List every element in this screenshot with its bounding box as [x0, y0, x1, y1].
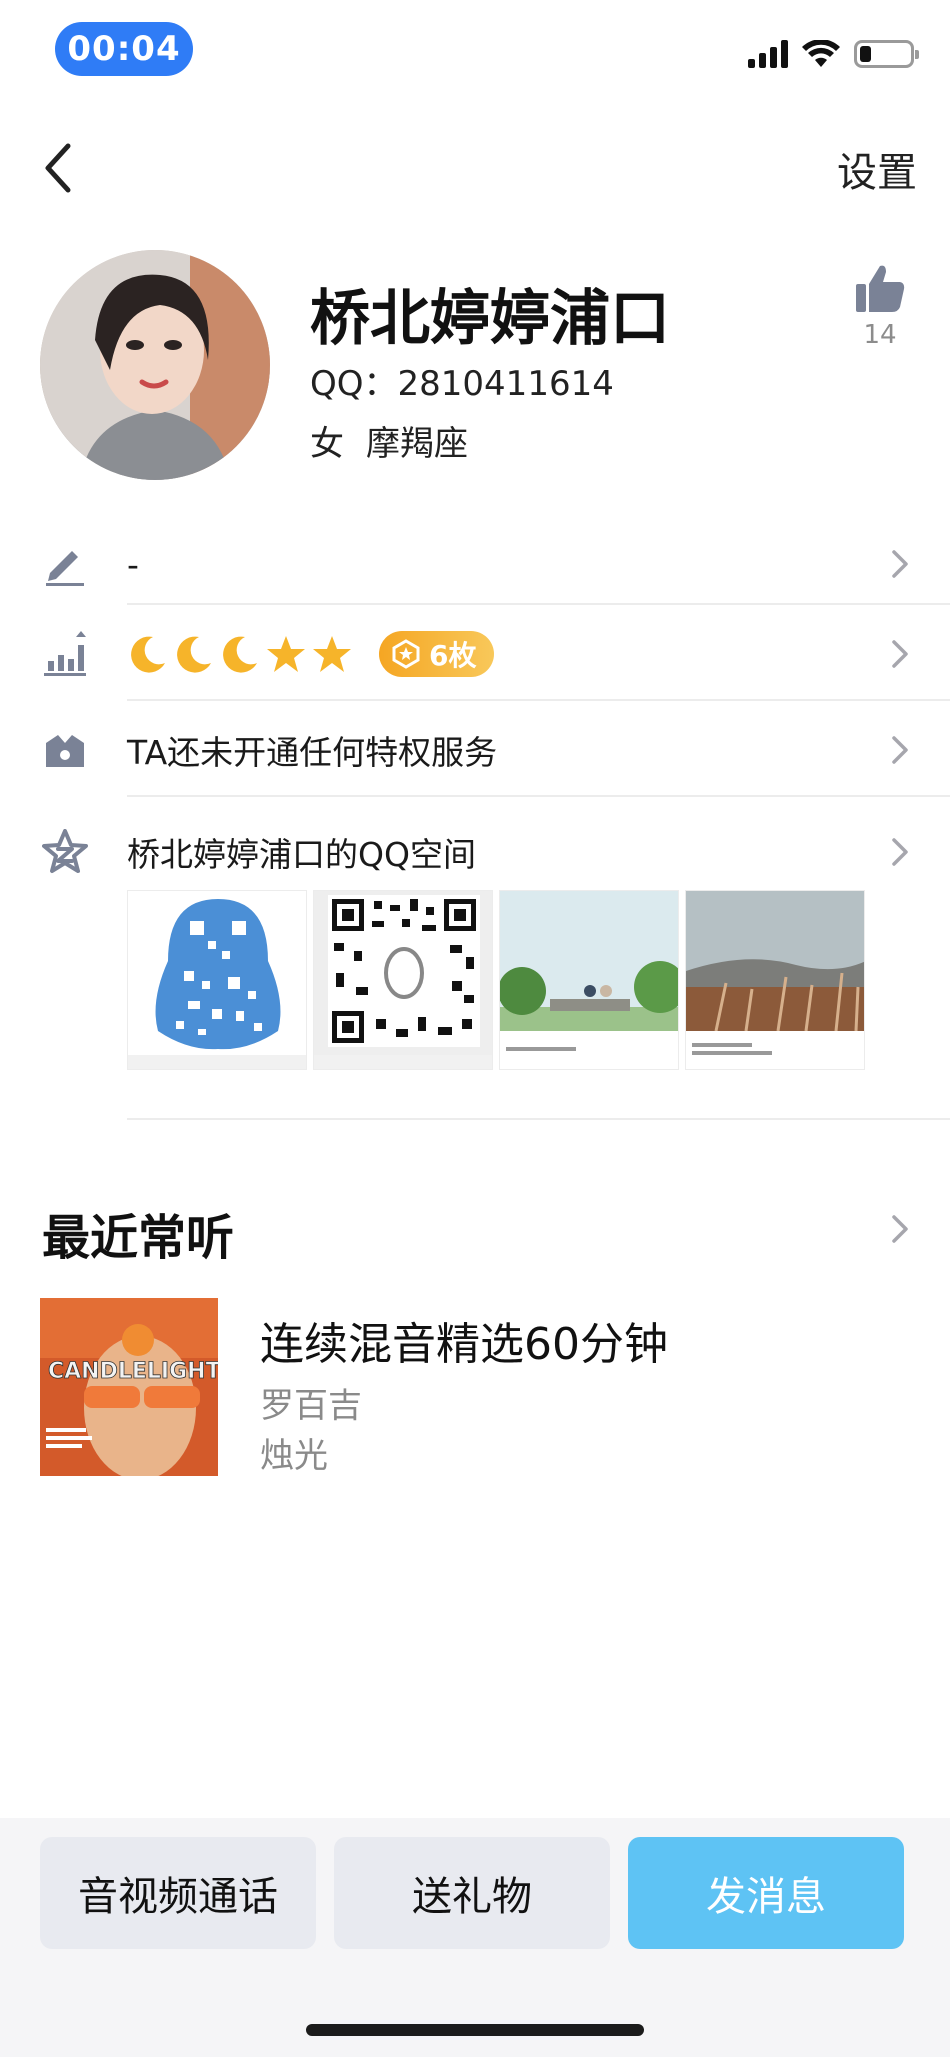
pencil-icon	[46, 551, 84, 586]
song-artist: 罗百吉	[260, 1386, 362, 1426]
medal-count: 6枚	[429, 639, 477, 672]
qzone-thumb-qr-penguin[interactable]	[127, 890, 307, 1070]
qzone-thumbnails	[127, 890, 865, 1070]
settings-button[interactable]: 设置	[837, 140, 917, 198]
level-chart-icon	[44, 631, 86, 676]
divider	[127, 1118, 950, 1120]
qr-code-image	[314, 891, 492, 1069]
home-indicator	[306, 2024, 644, 2036]
privilege-row[interactable]: TA还未开通任何特权服务	[0, 722, 950, 778]
song-title[interactable]: 连续混音精选60分钟	[260, 1308, 668, 1372]
landscape-photo	[500, 891, 678, 1069]
qzone-thumb-qr-code[interactable]	[313, 890, 493, 1070]
chevron-right-icon	[892, 640, 908, 668]
chevron-right-icon	[892, 550, 908, 578]
avatar-photo	[40, 250, 270, 480]
signature-row[interactable]: -	[0, 536, 950, 592]
qzone-thumb-trees[interactable]	[499, 890, 679, 1070]
status-icons	[748, 40, 919, 68]
moon-icon	[223, 636, 257, 673]
qq-number: QQ：2810411614	[310, 364, 614, 404]
star-icon	[313, 636, 351, 672]
battery-icon	[854, 40, 919, 68]
back-button[interactable]	[38, 140, 82, 196]
gender-text: 女	[310, 424, 344, 464]
send-gift-button[interactable]: 送礼物	[334, 1837, 610, 1949]
chevron-right-icon[interactable]	[890, 1213, 910, 1245]
wifi-icon	[802, 40, 840, 67]
qzone-text: 桥北婷婷浦口的QQ空间	[127, 835, 476, 874]
moon-icon	[177, 636, 211, 673]
level-row[interactable]: 6枚	[0, 626, 950, 682]
qr-penguin-image	[128, 891, 306, 1069]
album-art[interactable]: CANDLELIGHT	[40, 1298, 218, 1476]
basic-info: 女 摩羯座	[310, 416, 468, 465]
chevron-left-icon	[45, 143, 71, 193]
medal-badge[interactable]: 6枚	[379, 631, 495, 677]
signature-text: -	[127, 544, 139, 584]
level-icons: 6枚	[127, 631, 495, 677]
qzone-row[interactable]: 桥北婷婷浦口的QQ空间	[0, 824, 950, 880]
zodiac-text: 摩羯座	[366, 424, 468, 464]
album-cover-text: CANDLELIGHT	[48, 1359, 218, 1384]
song-album: 烛光	[260, 1436, 328, 1476]
recent-music-title: 最近常听	[42, 1210, 235, 1266]
send-message-button[interactable]: 发消息	[628, 1837, 904, 1949]
qzone-star-icon	[42, 829, 88, 873]
signal-icon	[748, 40, 788, 68]
moon-icon	[131, 636, 165, 673]
album-cover-image: CANDLELIGHT	[40, 1298, 218, 1476]
crown-icon	[46, 735, 84, 767]
privilege-text: TA还未开通任何特权服务	[127, 733, 498, 772]
status-time: 00:04	[55, 22, 193, 76]
video-call-button[interactable]: 音视频通话	[40, 1837, 316, 1949]
like-count: 14	[863, 320, 897, 350]
avatar[interactable]	[40, 250, 270, 480]
chevron-right-icon	[892, 838, 908, 866]
reeds-photo	[686, 891, 864, 1069]
bottom-action-bar: 音视频通话 送礼物 发消息	[0, 1818, 950, 2057]
thumbs-up-icon	[856, 265, 905, 312]
qzone-thumb-reeds[interactable]	[685, 890, 865, 1070]
divider	[127, 699, 950, 701]
chevron-right-icon	[892, 736, 908, 764]
medal-icon	[392, 639, 420, 669]
star-icon	[267, 636, 305, 672]
divider	[127, 603, 950, 605]
nickname: 桥北婷婷浦口	[310, 284, 670, 354]
divider	[127, 795, 950, 797]
like-button[interactable]: 14	[850, 262, 910, 350]
